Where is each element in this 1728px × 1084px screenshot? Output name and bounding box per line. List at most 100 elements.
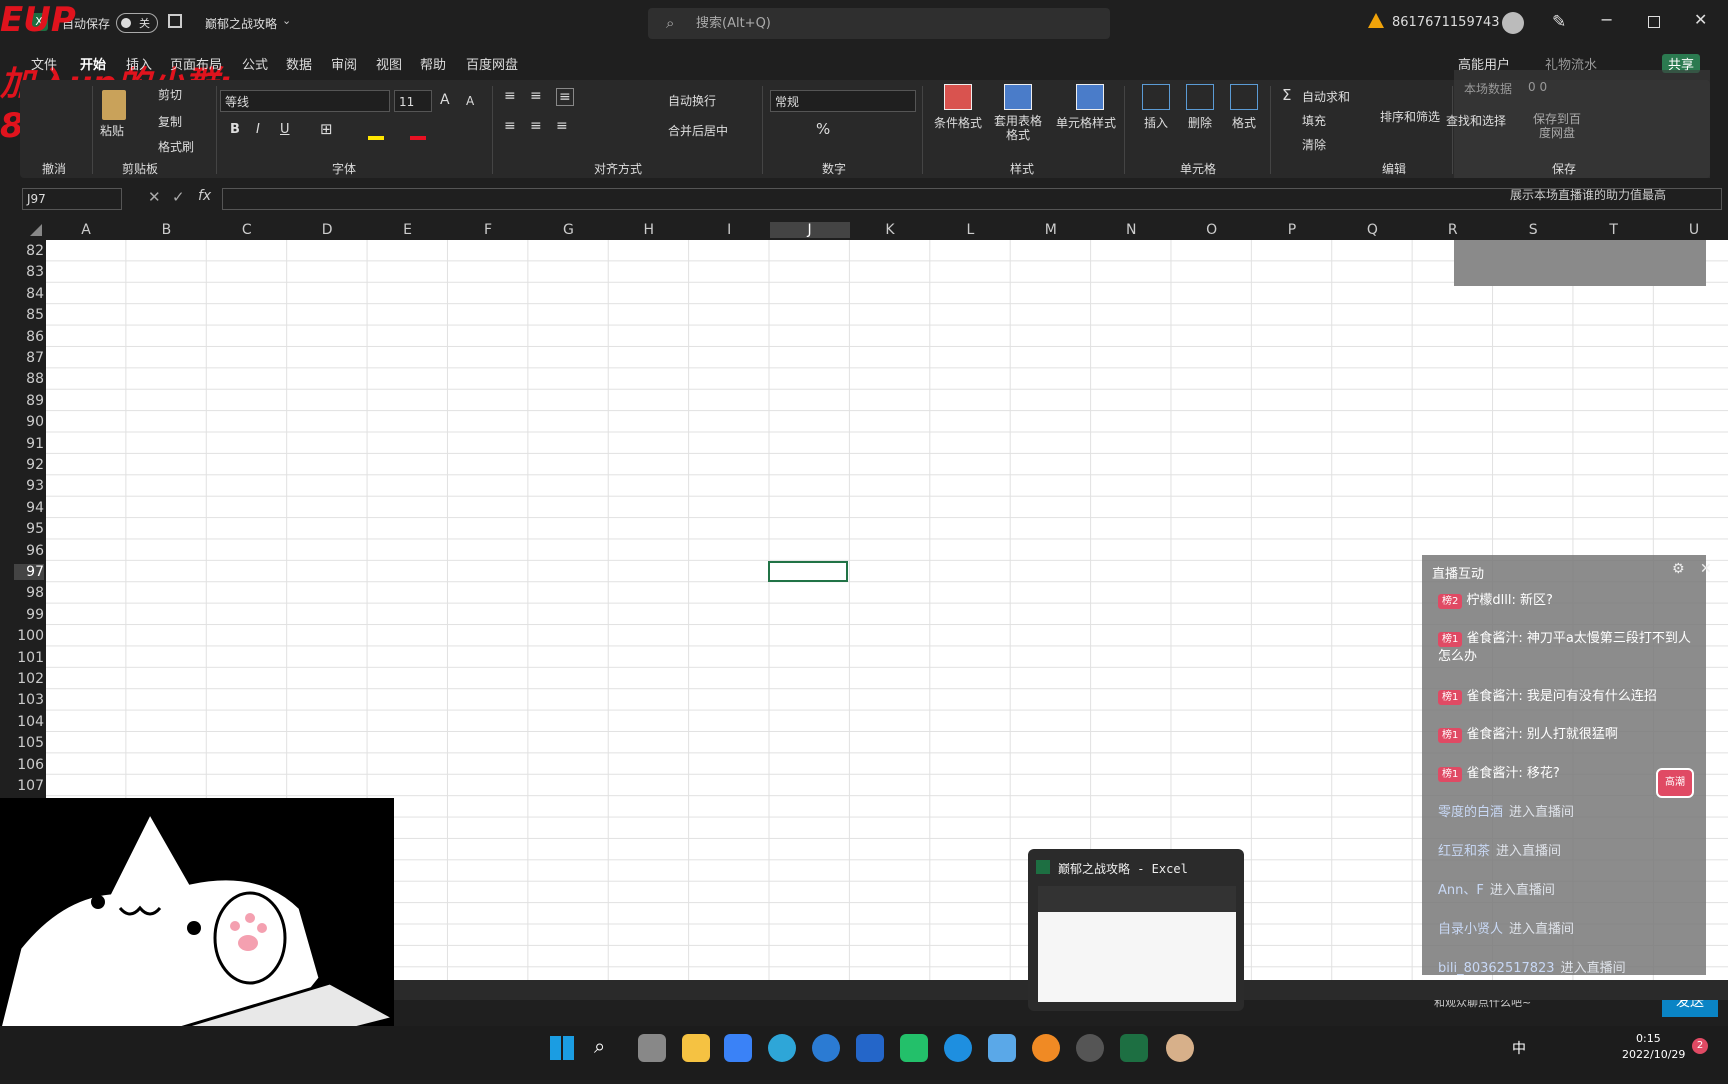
column-header-T[interactable]: T [1574, 222, 1654, 238]
column-header-U[interactable]: U [1654, 222, 1728, 238]
ime-indicator[interactable]: 中 [1512, 1038, 1526, 1058]
merge-center-button[interactable]: 合并后居中 [668, 122, 728, 139]
column-header-O[interactable]: O [1172, 222, 1252, 238]
pen-icon[interactable]: ✎ [1552, 12, 1566, 32]
align-center-icon[interactable]: ≡ [530, 118, 542, 134]
row-header-88[interactable]: 88 [14, 371, 44, 387]
column-header-A[interactable]: A [46, 222, 126, 238]
menu-home[interactable]: 开始 [80, 54, 106, 73]
align-right-icon[interactable]: ≡ [556, 118, 568, 134]
column-header-S[interactable]: S [1493, 222, 1573, 238]
row-header-92[interactable]: 92 [14, 457, 44, 473]
column-header-M[interactable]: M [1011, 222, 1091, 238]
cell-style-button[interactable]: 单元格样式 [1056, 114, 1116, 131]
selected-cell[interactable] [768, 561, 848, 582]
font-name-select[interactable]: 等线 [220, 90, 390, 112]
row-header-89[interactable]: 89 [14, 393, 44, 409]
save-baidu-button[interactable]: 保存到百度网盘 [1530, 112, 1584, 140]
live-panel-close-icon[interactable]: ✕ [1700, 561, 1712, 577]
row-header-105[interactable]: 105 [14, 735, 44, 751]
row-header-82[interactable]: 82 [14, 243, 44, 259]
row-header-86[interactable]: 86 [14, 329, 44, 345]
app-g-icon[interactable] [1032, 1034, 1060, 1062]
underline-icon[interactable]: U [280, 122, 290, 137]
delete-cells-icon[interactable] [1186, 84, 1214, 110]
format-cells-button[interactable]: 格式 [1232, 114, 1256, 131]
app-l-icon[interactable] [856, 1034, 884, 1062]
row-header-95[interactable]: 95 [14, 521, 44, 537]
formula-input[interactable] [222, 188, 1722, 210]
column-header-F[interactable]: F [448, 222, 528, 238]
column-header-E[interactable]: E [368, 222, 448, 238]
start-icon[interactable] [550, 1036, 574, 1060]
clock-date[interactable]: 2022/10/29 [1622, 1048, 1685, 1061]
wrap-text-button[interactable]: 自动换行 [668, 92, 716, 109]
row-header-101[interactable]: 101 [14, 650, 44, 666]
minimize-button[interactable]: − [1600, 10, 1613, 29]
autosave-toggle[interactable]: 关 [116, 13, 158, 33]
column-header-D[interactable]: D [287, 222, 367, 238]
menu-help[interactable]: 帮助 [420, 54, 446, 73]
task-view-icon[interactable] [638, 1034, 666, 1062]
fill-button[interactable]: 填充 [1302, 112, 1326, 129]
avatar[interactable] [1502, 12, 1524, 34]
settings-icon[interactable]: ⚙ [1672, 561, 1685, 577]
row-header-102[interactable]: 102 [14, 671, 44, 687]
search-box[interactable]: ⌕ 搜索(Alt+Q) [648, 8, 1110, 39]
row-header-97[interactable]: 97 [14, 564, 44, 580]
cut-button[interactable]: 剪切 [158, 86, 182, 103]
shrink-font-icon[interactable]: A [466, 94, 474, 108]
font-size-select[interactable]: 11 [394, 90, 432, 112]
column-header-R[interactable]: R [1413, 222, 1493, 238]
app-bag-icon[interactable] [900, 1034, 928, 1062]
format-cells-icon[interactable] [1230, 84, 1258, 110]
menu-page-layout[interactable]: 页面布局 [170, 54, 222, 73]
row-header-85[interactable]: 85 [14, 307, 44, 323]
fx-icon[interactable]: fx [198, 188, 211, 204]
row-header-83[interactable]: 83 [14, 264, 44, 280]
account-name[interactable]: 8617671159743 [1392, 15, 1500, 30]
table-format-button[interactable]: 套用表格格式 [990, 114, 1046, 142]
sort-filter-button[interactable]: 排序和筛选 [1380, 108, 1440, 125]
row-header-93[interactable]: 93 [14, 478, 44, 494]
conditional-format-button[interactable]: 条件格式 [934, 114, 982, 131]
row-header-94[interactable]: 94 [14, 500, 44, 516]
column-header-C[interactable]: C [207, 222, 287, 238]
grow-font-icon[interactable]: A [440, 92, 450, 108]
row-header-103[interactable]: 103 [14, 692, 44, 708]
menu-view[interactable]: 视图 [376, 54, 402, 73]
paste-icon[interactable] [102, 90, 126, 120]
align-middle-icon[interactable]: ≡ [530, 88, 542, 104]
menu-file[interactable]: 文件 [31, 54, 57, 73]
column-header-G[interactable]: G [528, 222, 608, 238]
viewer-name[interactable]: bili_80362517823 [1438, 961, 1555, 976]
italic-icon[interactable]: I [256, 122, 260, 137]
row-header-96[interactable]: 96 [14, 543, 44, 559]
ie-icon[interactable] [812, 1034, 840, 1062]
align-bottom-icon[interactable]: ≡ [556, 88, 574, 106]
excel-taskbar-icon[interactable] [1120, 1034, 1148, 1062]
app-k-icon[interactable] [944, 1034, 972, 1062]
enter-icon[interactable]: ✓ [172, 188, 185, 206]
clear-button[interactable]: 清除 [1302, 136, 1326, 153]
column-header-B[interactable]: B [126, 222, 206, 238]
autosum-button[interactable]: 自动求和 [1302, 88, 1350, 105]
menu-insert[interactable]: 插入 [126, 54, 152, 73]
column-header-N[interactable]: N [1091, 222, 1171, 238]
menu-baidu[interactable]: 百度网盘 [466, 54, 518, 73]
row-header-84[interactable]: 84 [14, 286, 44, 302]
row-header-107[interactable]: 107 [14, 778, 44, 794]
column-header-I[interactable]: I [689, 222, 769, 238]
menu-data[interactable]: 数据 [286, 54, 312, 73]
viewer-name[interactable]: 红豆和茶 [1438, 844, 1490, 859]
insert-cells-button[interactable]: 插入 [1144, 114, 1168, 131]
format-painter-button[interactable]: 格式刷 [158, 138, 194, 155]
number-format-select[interactable]: 常规 [770, 90, 916, 112]
paste-button[interactable]: 粘贴 [100, 122, 124, 139]
column-header-J[interactable]: J [769, 222, 850, 238]
viewer-name[interactable]: 自录小贤人 [1438, 922, 1503, 937]
row-header-87[interactable]: 87 [14, 350, 44, 366]
clock-time[interactable]: 0:15 [1636, 1032, 1661, 1045]
align-left-icon[interactable]: ≡ [504, 118, 516, 134]
store-icon[interactable] [724, 1034, 752, 1062]
